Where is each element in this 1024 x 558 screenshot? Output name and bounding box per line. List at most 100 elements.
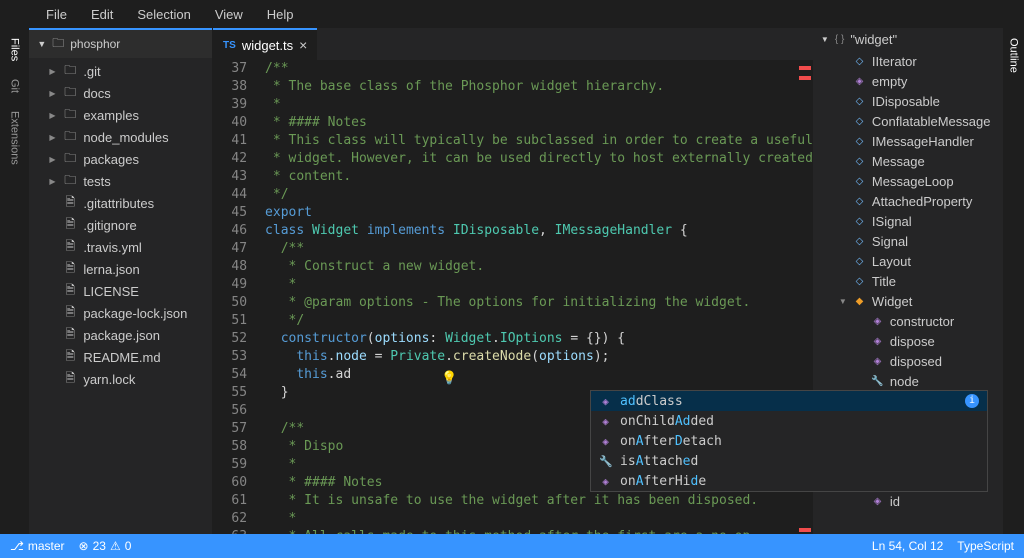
status-problems[interactable]: ⊗23 ⚠0	[79, 539, 132, 553]
interface-icon: ◇	[853, 95, 866, 108]
line-number: 50	[213, 294, 265, 312]
outline-item[interactable]: ◈empty	[813, 71, 1003, 91]
folder-icon: 🗀	[52, 34, 64, 55]
line-number: 47	[213, 240, 265, 258]
outline-item[interactable]: ◇IMessageHandler	[813, 131, 1003, 151]
outline-item[interactable]: ◇Layout	[813, 251, 1003, 271]
outline-item[interactable]: ◇ConflatableMessage	[813, 111, 1003, 131]
outline-item-label: dispose	[890, 334, 935, 349]
ts-icon: TS	[223, 40, 236, 51]
outline-item[interactable]: ◈constructor	[813, 311, 1003, 331]
outline-item[interactable]: ◇ IDisposable	[813, 91, 1003, 111]
tree-item[interactable]: ▶🗀.git	[29, 60, 212, 82]
line-number: 38	[213, 78, 265, 96]
tab-widget-ts[interactable]: TS widget.ts ×	[213, 28, 317, 60]
cube-icon: ◈	[599, 435, 612, 448]
outline-item[interactable]: ◇Message	[813, 151, 1003, 171]
menu-edit[interactable]: Edit	[81, 3, 123, 26]
outline-item[interactable]: ◈disposed	[813, 351, 1003, 371]
outline-item-label: node	[890, 374, 919, 389]
line-number: 49	[213, 276, 265, 294]
activity-extensions[interactable]: Extensions	[9, 111, 21, 165]
outline-item[interactable]: ◇ISignal	[813, 211, 1003, 231]
outline-item[interactable]: ◇AttachedProperty	[813, 191, 1003, 211]
outline-item-label: Title	[872, 274, 896, 289]
suggest-label: onChildAdded	[620, 414, 714, 429]
outline-item[interactable]: ◇MessageLoop	[813, 171, 1003, 191]
workbench: FilesGitExtensions ▼ 🗀 phosphor ▶🗀.git▶🗀…	[0, 28, 1024, 534]
chevron-right-icon: ▶	[49, 155, 57, 164]
tree-item[interactable]: ▶🗀node_modules	[29, 126, 212, 148]
code-line: */	[265, 186, 288, 204]
activity-git[interactable]: Git	[9, 79, 21, 93]
method-icon: ◈	[871, 335, 884, 348]
file-icon: 🗎	[63, 347, 77, 368]
code-line: */	[265, 312, 304, 330]
status-lncol[interactable]: Ln 54, Col 12	[872, 539, 943, 553]
outline-item[interactable]: 🔧node	[813, 371, 1003, 391]
tree-item[interactable]: 🗎LICENSE	[29, 280, 212, 302]
close-icon[interactable]: ×	[299, 37, 307, 53]
tree-item[interactable]: 🗎.gitattributes	[29, 192, 212, 214]
outline-item[interactable]: ◇ Title	[813, 271, 1003, 291]
explorer-header[interactable]: ▼ 🗀 phosphor	[29, 28, 212, 58]
outline-item[interactable]: ◇IIterator	[813, 51, 1003, 71]
braces-icon: { }	[835, 34, 844, 45]
tree-item[interactable]: ▶🗀docs	[29, 82, 212, 104]
line-number: 51	[213, 312, 265, 330]
tree-item[interactable]: 🗎lerna.json	[29, 258, 212, 280]
suggest-item[interactable]: 🔧isAttached	[591, 451, 987, 471]
menu-help[interactable]: Help	[257, 3, 304, 26]
outline-item-label: IDisposable	[872, 94, 940, 109]
chevron-right-icon: ▶	[49, 133, 57, 142]
outline-label: Outline	[1007, 38, 1019, 73]
tree-item-label: README.md	[83, 350, 160, 365]
code-line: /**	[265, 60, 288, 78]
tree-item[interactable]: ▶🗀tests	[29, 170, 212, 192]
menu-selection[interactable]: Selection	[127, 3, 200, 26]
explorer-sidebar: ▼ 🗀 phosphor ▶🗀.git▶🗀docs▶🗀examples▶🗀nod…	[29, 28, 213, 534]
interface-icon: ◇	[853, 235, 866, 248]
tree-item[interactable]: 🗎.gitignore	[29, 214, 212, 236]
status-branch[interactable]: ⎇ master	[10, 539, 65, 553]
interface-icon: ◇	[853, 195, 866, 208]
interface-icon: ◇	[853, 215, 866, 228]
suggest-widget[interactable]: ◈addClassi◈onChildAdded◈onAfterDetach🔧is…	[590, 390, 988, 492]
code-line: export	[265, 204, 312, 222]
cube-icon: ◈	[599, 395, 612, 408]
interface-icon: ◇	[853, 275, 866, 288]
suggest-item[interactable]: ◈onAfterDetach	[591, 431, 987, 451]
tree-item[interactable]: 🗎package.json	[29, 324, 212, 346]
tree-item[interactable]: 🗎 README.md	[29, 346, 212, 368]
chevron-right-icon: ▶	[49, 177, 57, 186]
suggest-item[interactable]: ◈addClassi	[591, 391, 987, 411]
outline-sidebar[interactable]: Outline	[1003, 28, 1024, 534]
outline-item[interactable]: ▼◆Widget	[813, 291, 1003, 311]
tree-item-label: .gitignore	[83, 218, 136, 233]
suggest-item[interactable]: ◈onAfterHide	[591, 471, 987, 491]
code-line: this.node = Private.createNode(options);	[265, 348, 609, 366]
status-language[interactable]: TypeScript	[957, 539, 1014, 553]
info-icon[interactable]: i	[965, 394, 979, 408]
file-icon: 🗎	[63, 303, 77, 324]
menu-view[interactable]: View	[205, 3, 253, 26]
tree-item[interactable]: ▶🗀examples	[29, 104, 212, 126]
outline-item-label: ConflatableMessage	[872, 114, 991, 129]
outline-item[interactable]: ◈id	[813, 491, 1003, 511]
outline-header[interactable]: ▼ { } "widget"	[813, 28, 1003, 51]
activity-files[interactable]: Files	[9, 38, 21, 61]
lightbulb-icon[interactable]: 💡	[441, 370, 457, 386]
suggest-label: onAfterHide	[620, 474, 706, 489]
file-icon: 🗎	[63, 369, 77, 390]
outline-item[interactable]: ◇Signal	[813, 231, 1003, 251]
outline-item[interactable]: ◈ dispose	[813, 331, 1003, 351]
suggest-item[interactable]: ◈onChildAdded	[591, 411, 987, 431]
tree-item[interactable]: 🗎.travis.yml	[29, 236, 212, 258]
menu-file[interactable]: File	[36, 3, 77, 26]
tree-item[interactable]: 🗎package-lock.json	[29, 302, 212, 324]
code-line: * It is unsafe to use the widget after i…	[265, 492, 758, 510]
outline-item-label: constructor	[890, 314, 954, 329]
tree-item[interactable]: 🗎yarn.lock	[29, 368, 212, 390]
code-line: * The base class of the Phosphor widget …	[265, 78, 664, 96]
tree-item[interactable]: ▶🗀packages	[29, 148, 212, 170]
